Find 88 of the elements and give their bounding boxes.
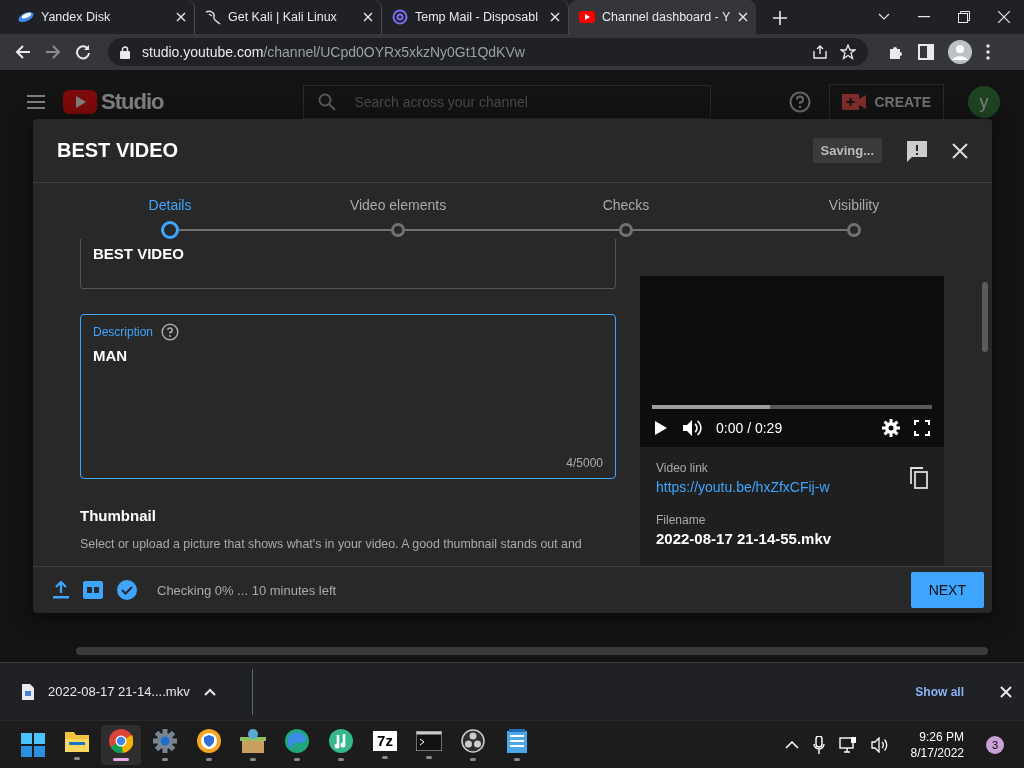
close-icon[interactable] [998,11,1010,23]
browser-tab[interactable]: Channel dashboard - Y [569,0,756,34]
close-icon[interactable] [952,142,968,159]
puzzle-icon[interactable] [888,44,904,60]
step-tab[interactable]: Visibility [740,197,968,239]
step-tab[interactable]: Video elements [284,197,512,239]
dragon-icon [205,9,221,25]
microphone-icon[interactable] [812,735,825,754]
video-player[interactable]: 0:00 / 0:29 [640,276,944,447]
shield-browser-icon [197,728,221,753]
minimize-icon[interactable] [918,16,930,18]
notepad-icon [507,728,527,753]
folder-icon [65,729,89,752]
video-link[interactable]: https://youtu.be/hxZfxCFij-w [656,479,830,495]
restore-icon[interactable] [958,11,970,23]
field-value: MAN [93,347,128,366]
url-text: studio.youtube.com/channel/UCpd0OYRx5xkzNy0Gt1QdKVw [142,44,526,60]
copy-icon[interactable] [910,467,928,489]
share-icon[interactable] [812,44,828,60]
reload-icon[interactable] [75,44,91,60]
section-description: Select or upload a picture that shows what's in your video. A good thumbnail stands out and [80,537,583,551]
search-icon [318,93,337,111]
next-button[interactable]: NEXT [910,572,984,608]
play-logo-icon [579,11,595,23]
step-tab[interactable]: Details [56,197,284,239]
feedback-icon[interactable] [906,139,928,162]
chevron-up-icon[interactable] [784,740,799,749]
close-icon[interactable] [738,12,748,22]
horizontal-scrollbar[interactable] [76,647,988,655]
fullscreen-icon[interactable] [914,420,930,436]
lock-icon [120,45,130,59]
menu-icon[interactable] [27,95,45,109]
status-text: Checking 0% ... 10 minutes left [157,582,338,598]
camera-plus-icon [842,94,867,110]
plus-icon[interactable] [773,11,787,25]
info-label: Filename [656,513,707,527]
volume-icon[interactable] [682,419,702,437]
section-heading: Thumbnail [80,507,157,524]
upload-icon [53,581,69,599]
forward-arrow-icon[interactable] [45,44,61,60]
package-icon [240,728,266,753]
music-note-icon [329,728,353,753]
close-icon[interactable] [1000,685,1012,698]
settings-icon[interactable] [882,419,900,437]
file-icon [22,683,34,700]
play-icon[interactable] [654,420,668,436]
chevron-down-icon[interactable] [878,13,890,21]
network-icon[interactable] [838,736,857,753]
taskbar-app[interactable] [101,724,141,765]
close-icon[interactable] [550,12,560,22]
saving-badge: Saving... [812,138,882,163]
close-icon[interactable] [176,12,186,22]
progress-track[interactable] [652,405,932,409]
play-logo-icon [63,90,97,114]
help-icon[interactable] [161,323,180,341]
disk-icon [18,9,34,25]
star-icon[interactable] [840,44,856,60]
character-counter: 4/5000 [566,456,603,470]
show-all-link[interactable]: Show all [915,684,964,699]
kebab-menu-icon[interactable] [986,44,990,60]
taskbar-app[interactable]: 7z [365,724,405,765]
side-panel-icon[interactable] [918,44,934,60]
edge-icon [285,728,309,753]
title-field[interactable]: BEST VIDEO [80,239,616,289]
back-arrow-icon[interactable] [15,44,31,60]
profile-avatar-icon[interactable] [948,40,972,64]
clock[interactable]: 9:26 PM 8/17/2022 [910,728,964,761]
chrome-icon [109,728,133,753]
vertical-scrollbar[interactable] [982,282,988,352]
time-display: 0:00 / 0:29 [716,420,784,436]
dialog-title: BEST VIDEO [57,139,180,162]
step-tab[interactable]: Checks [512,197,740,239]
close-icon[interactable] [363,12,373,22]
check-circle-icon [117,580,137,600]
volume-icon[interactable] [870,736,889,753]
filename-text: 2022-08-17 21-14-55.mkv [656,530,833,547]
windows-logo-icon [21,732,45,757]
gear-icon [153,728,177,753]
logo-text: Studio [101,89,164,115]
field-label: Description [93,325,154,339]
recorder-icon [461,728,485,753]
caret-up-icon [203,687,216,696]
address-bar[interactable]: studio.youtube.com/channel/UCpd0OYRx5xkzNy0Gt1QdKVw [108,38,868,66]
terminal-icon [416,730,442,751]
download-item[interactable]: 2022-08-17 21-14....mkv [0,668,253,715]
notification-badge[interactable]: 3 [986,735,1004,754]
description-field[interactable]: Description MAN 4/5000 [80,314,616,479]
info-label: Video link [656,461,709,475]
